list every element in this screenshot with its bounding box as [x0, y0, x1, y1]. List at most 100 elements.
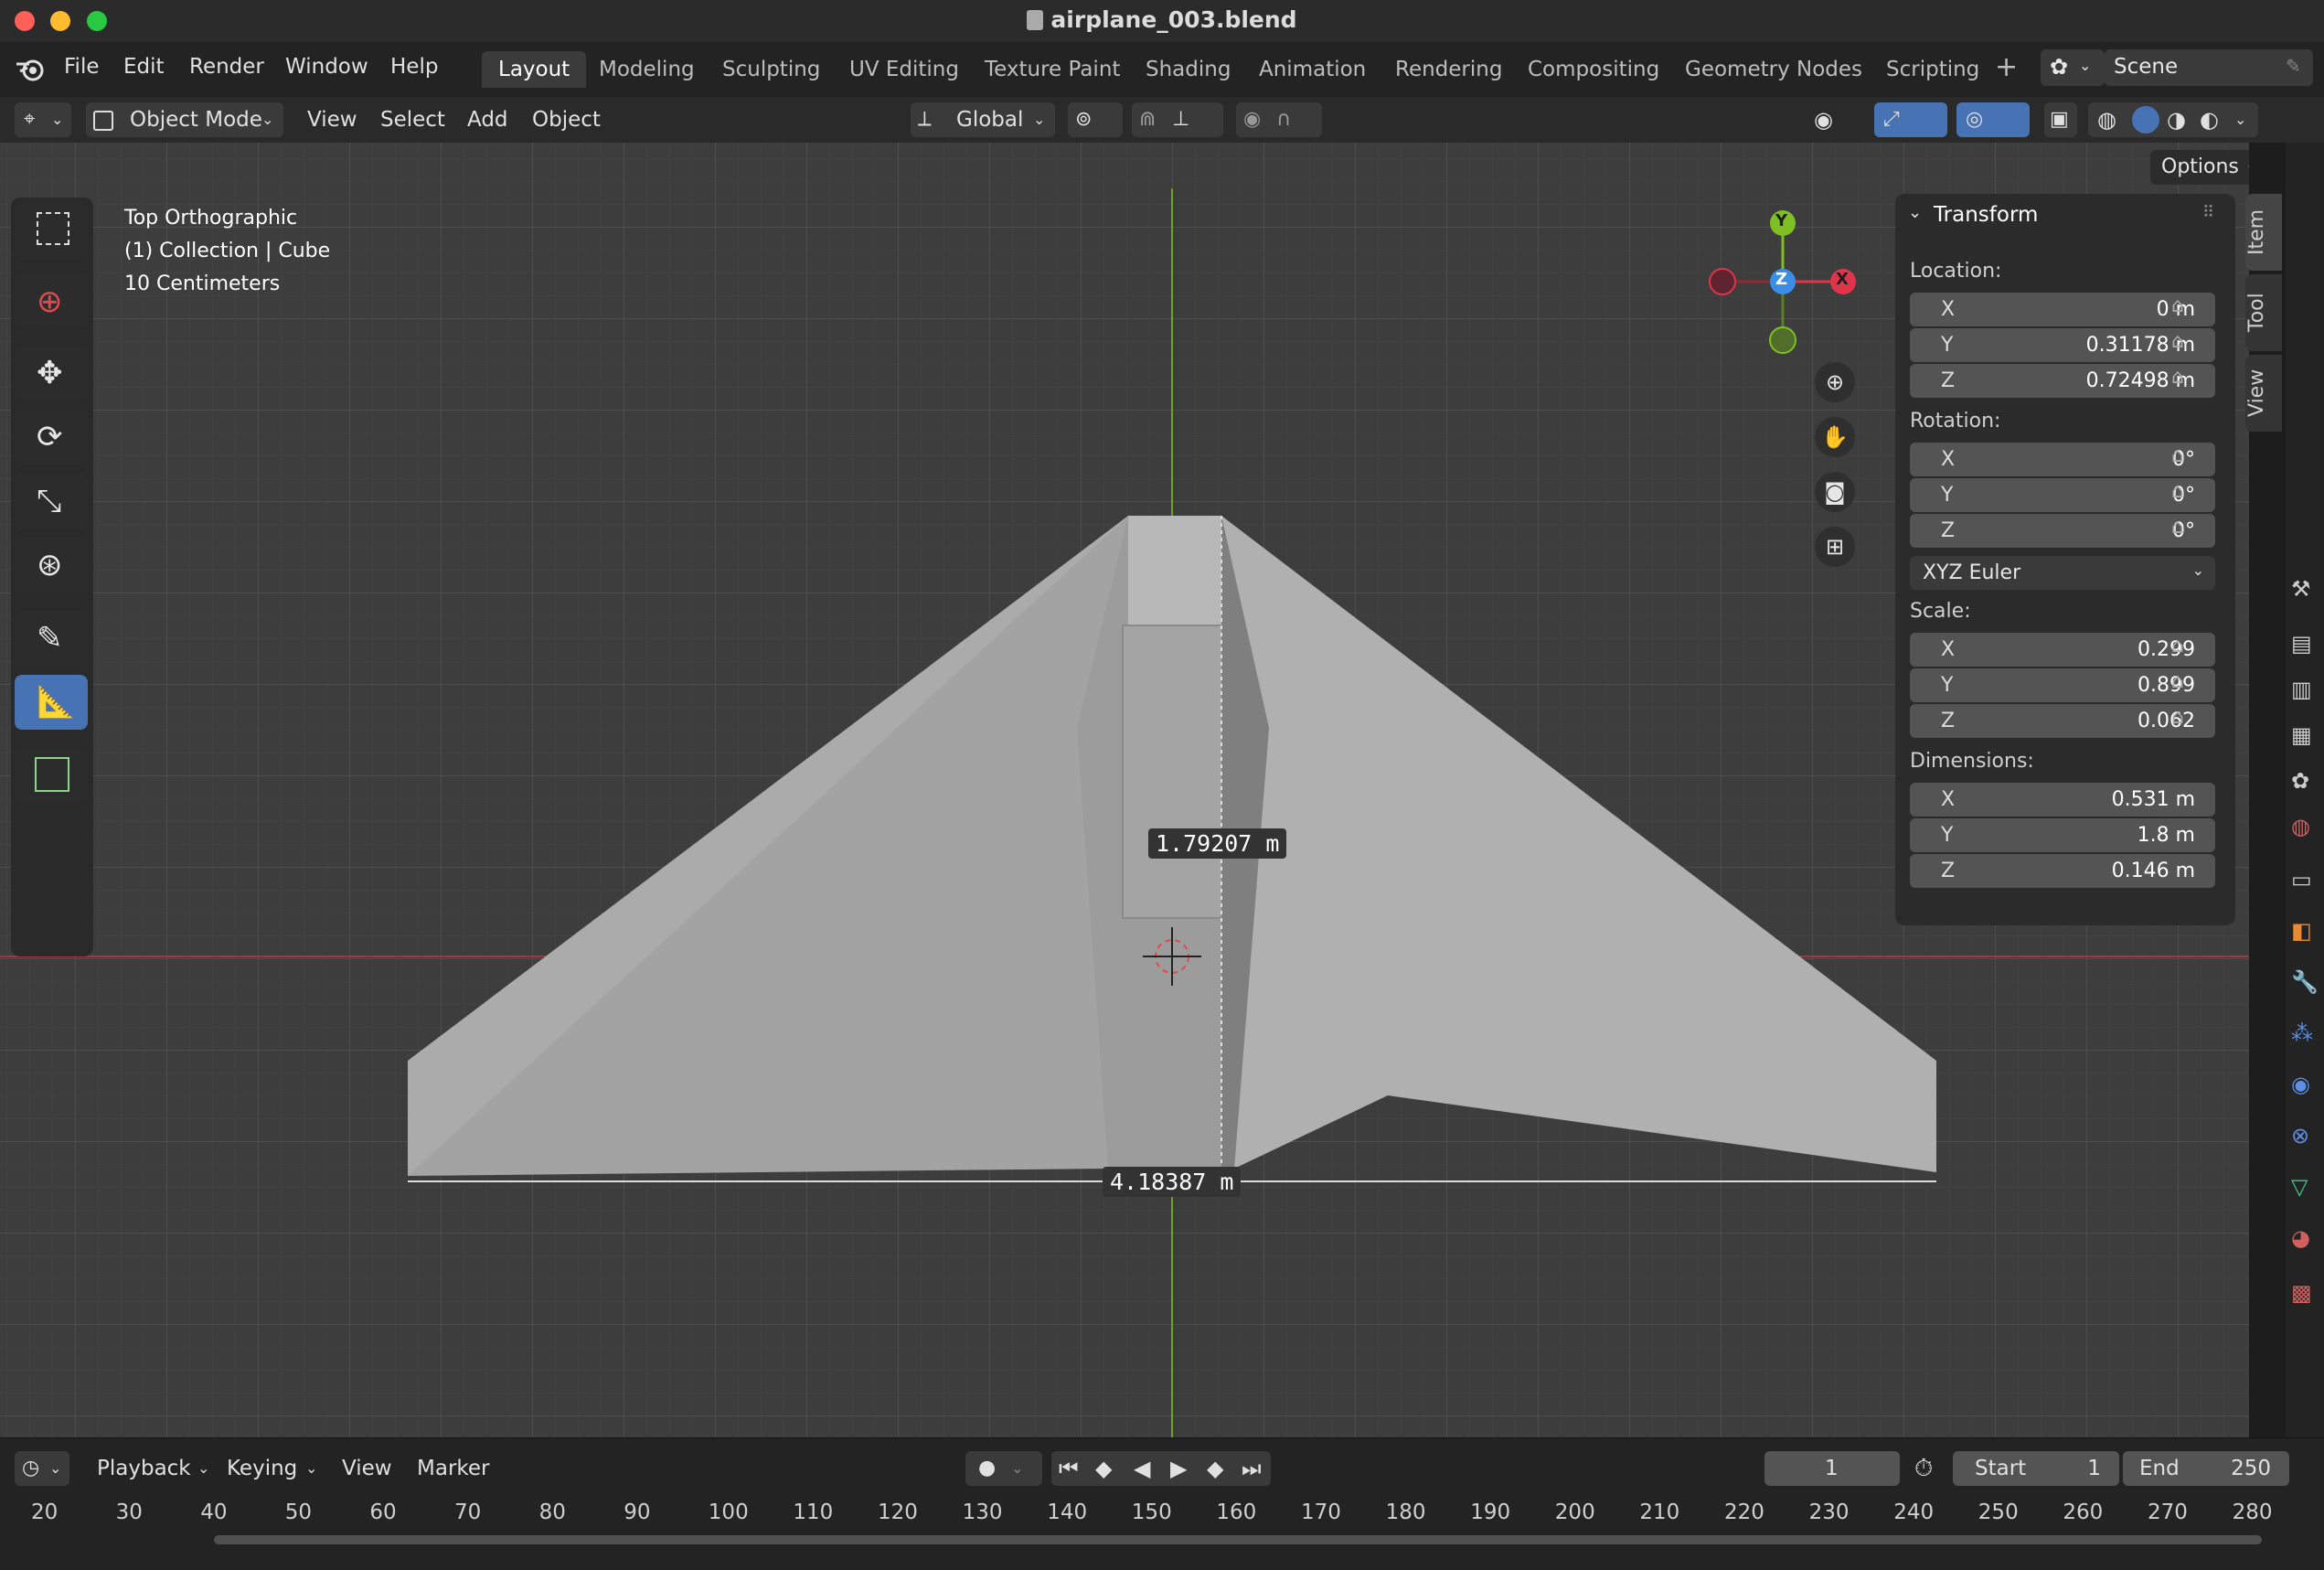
rotate-tool[interactable]: ⟳: [15, 410, 88, 465]
panel-title[interactable]: Transform: [1934, 203, 2038, 227]
tab-uv-editing[interactable]: UV Editing: [833, 51, 975, 88]
menu-help[interactable]: Help: [390, 55, 438, 79]
tab-sculpting[interactable]: Sculpting: [706, 51, 837, 88]
zoom-icon[interactable]: ⊕: [1815, 362, 1855, 402]
menu-add[interactable]: Add: [467, 102, 508, 137]
add-workspace-icon[interactable]: +: [1995, 51, 2018, 83]
options-button[interactable]: Options ⌄: [2150, 150, 2249, 185]
gizmo-neg-y-button[interactable]: [1769, 326, 1796, 354]
world-properties-icon[interactable]: ◍: [2291, 814, 2319, 841]
menu-select[interactable]: Select: [380, 102, 445, 137]
gizmo-toggle[interactable]: ⤢: [1874, 102, 1947, 137]
pan-hand-icon[interactable]: ✋: [1815, 417, 1855, 457]
lock-icon[interactable]: ⌂: [2171, 366, 2184, 389]
tab-item[interactable]: Item: [2245, 194, 2282, 271]
rotation-z-field[interactable]: Z 0°: [1910, 514, 2215, 548]
constraints-properties-icon[interactable]: ⊗: [2291, 1123, 2319, 1150]
scale-tool[interactable]: ⤡: [15, 474, 88, 529]
cursor-tool[interactable]: ⊕: [15, 272, 88, 327]
solid-shading-icon[interactable]: [2132, 106, 2159, 134]
snap-magnet-icon[interactable]: ⋒: [1139, 102, 1156, 137]
tab-layout[interactable]: Layout: [482, 51, 587, 88]
tab-geometry-nodes[interactable]: Geometry Nodes: [1668, 51, 1879, 88]
move-tool[interactable]: ✥: [15, 346, 88, 401]
tab-tool[interactable]: Tool: [2245, 274, 2282, 351]
measure-width-label[interactable]: 4.18387 m: [1103, 1167, 1242, 1197]
chevron-down-icon[interactable]: ⌄: [1908, 203, 1922, 222]
menu-window[interactable]: Window: [285, 55, 368, 79]
tool-properties-icon[interactable]: ⚒: [2291, 576, 2319, 603]
data-properties-icon[interactable]: ▽: [2291, 1174, 2319, 1202]
scale-z-field[interactable]: Z 0.062: [1910, 704, 2215, 738]
grid-toggle-icon[interactable]: ⊞: [1815, 527, 1855, 567]
rotation-mode-dropdown[interactable]: XYZ Euler ⌄: [1910, 556, 2215, 590]
tab-compositing[interactable]: Compositing: [1511, 51, 1676, 88]
select-box-tool[interactable]: [15, 205, 88, 260]
material-properties-icon[interactable]: ◕: [2291, 1225, 2319, 1253]
scene-name-field[interactable]: Scene ✎: [2105, 49, 2313, 86]
pin-icon[interactable]: ✎: [2286, 55, 2301, 77]
measure-tool[interactable]: 📐: [15, 675, 88, 730]
lock-icon[interactable]: ⌂: [2171, 706, 2184, 729]
rotation-y-field[interactable]: Y 0°: [1910, 478, 2215, 512]
annotate-tool[interactable]: ✎: [15, 611, 88, 666]
rendered-shading-icon[interactable]: ◐: [2200, 102, 2219, 137]
chevron-down-icon[interactable]: ⌄: [2234, 102, 2246, 137]
rotation-x-field[interactable]: X 0°: [1910, 443, 2215, 476]
lock-icon[interactable]: ⌂: [2171, 516, 2184, 539]
lock-icon[interactable]: ⌂: [2171, 294, 2184, 317]
camera-icon[interactable]: ◙: [1815, 472, 1855, 512]
overlays-toggle[interactable]: ◎: [1956, 102, 2030, 137]
add-cube-tool[interactable]: [15, 748, 88, 803]
transform-orientation-dropdown[interactable]: ⟂ Global ⌄: [911, 102, 1055, 137]
tab-modeling[interactable]: Modeling: [582, 51, 711, 88]
output-properties-icon[interactable]: ▥: [2291, 677, 2319, 704]
lock-icon[interactable]: ⌂: [2171, 480, 2184, 503]
location-z-field[interactable]: Z 0.72498 m: [1910, 364, 2215, 398]
menu-render[interactable]: Render: [189, 55, 264, 79]
transform-tool[interactable]: ⊛: [15, 538, 88, 593]
menu-edit[interactable]: Edit: [123, 55, 165, 79]
lock-icon[interactable]: ⌂: [2171, 444, 2184, 467]
snapping-dropdown[interactable]: ⋒ ⊥: [1132, 102, 1223, 137]
lock-icon[interactable]: ⌂: [2171, 330, 2184, 353]
render-properties-icon[interactable]: ▤: [2291, 631, 2319, 658]
tab-texture-paint[interactable]: Texture Paint: [968, 51, 1136, 88]
scene-properties-icon[interactable]: ✿: [2291, 768, 2319, 796]
tab-rendering[interactable]: Rendering: [1379, 51, 1519, 88]
tab-view[interactable]: View: [2245, 355, 2282, 432]
xray-toggle[interactable]: ▣: [2044, 102, 2077, 137]
particles-properties-icon[interactable]: ⁂: [2291, 1020, 2319, 1048]
timeline-scrollbar[interactable]: [214, 1535, 2262, 1544]
proportional-editing-dropdown[interactable]: ◉ ∩: [1236, 102, 1322, 137]
view-layer-icon[interactable]: ▦: [2291, 722, 2319, 750]
menu-view[interactable]: View: [307, 102, 357, 137]
measure-length-label[interactable]: 1.79207 m: [1148, 828, 1287, 859]
gizmo-neg-x-button[interactable]: [1709, 268, 1736, 295]
visibility-dropdown[interactable]: ◉: [1810, 102, 1865, 137]
material-shading-icon[interactable]: ◑: [2167, 102, 2186, 137]
physics-properties-icon[interactable]: ◉: [2291, 1072, 2319, 1099]
tab-shading[interactable]: Shading: [1129, 51, 1247, 88]
dimensions-z-field[interactable]: Z 0.146 m: [1910, 854, 2215, 888]
editor-type-button[interactable]: ⌖ ⌄: [15, 102, 71, 137]
menu-object[interactable]: Object: [532, 102, 601, 137]
pivot-point-dropdown[interactable]: ⊚: [1068, 102, 1123, 137]
modifier-properties-icon[interactable]: 🔧: [2291, 969, 2319, 997]
blender-logo-icon[interactable]: [15, 55, 46, 84]
lock-icon[interactable]: ⌂: [2171, 670, 2184, 693]
mode-dropdown[interactable]: Object Mode ⌄: [86, 102, 283, 137]
scene-selector-button[interactable]: ✿ ⌄: [2041, 49, 2105, 86]
lock-icon[interactable]: ⌂: [2171, 635, 2184, 657]
wireframe-shading-icon[interactable]: ◍: [2097, 102, 2116, 137]
scale-y-field[interactable]: Y 0.899: [1910, 668, 2215, 702]
tab-animation[interactable]: Animation: [1242, 51, 1382, 88]
collection-properties-icon[interactable]: ▭: [2291, 867, 2319, 894]
frame-ruler[interactable]: 20 30 40 50 60 70 80 90 100 110 120 130 140 150 160 170…: [0, 1438, 2324, 1570]
location-y-field[interactable]: Y 0.31178 m: [1910, 328, 2215, 362]
object-properties-icon[interactable]: ◧: [2291, 918, 2319, 945]
location-x-field[interactable]: X0 m: [1910, 293, 2215, 326]
menu-file[interactable]: File: [64, 55, 100, 79]
dimensions-y-field[interactable]: Y 1.8 m: [1910, 818, 2215, 852]
tab-scripting[interactable]: Scripting: [1870, 51, 1996, 88]
